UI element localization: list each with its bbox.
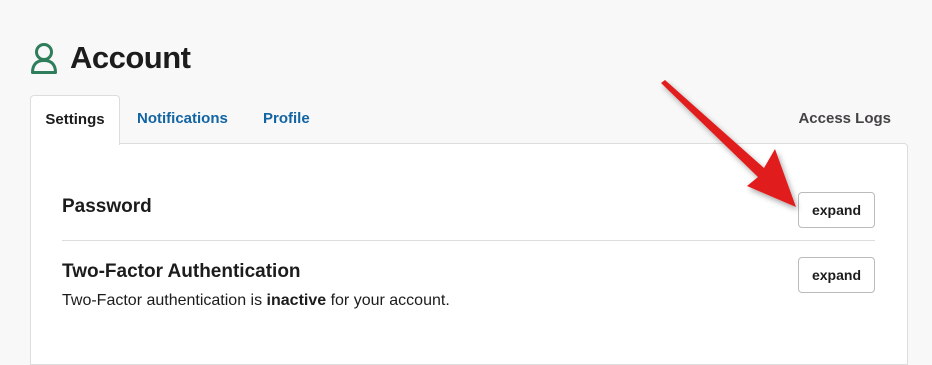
password-section-title: Password — [62, 196, 152, 217]
two-factor-status: inactive — [266, 292, 327, 309]
password-expand-button[interactable]: expand — [798, 192, 875, 228]
tab-settings[interactable]: Settings — [30, 95, 120, 145]
tab-notifications[interactable]: Notifications — [137, 95, 228, 143]
two-factor-section-title: Two-Factor Authentication — [62, 261, 301, 282]
tab-access-logs[interactable]: Access Logs — [798, 95, 891, 143]
two-factor-desc-prefix: Two-Factor authentication is — [62, 292, 267, 309]
page-header: Account — [30, 40, 191, 76]
tab-profile[interactable]: Profile — [263, 95, 310, 143]
page-title: Account — [70, 40, 191, 75]
section-divider — [62, 240, 875, 241]
two-factor-desc-suffix: for your account. — [326, 292, 450, 309]
two-factor-description: Two-Factor authentication is inactive fo… — [62, 292, 450, 310]
user-icon — [31, 43, 57, 74]
annotation-arrow-icon — [661, 80, 796, 207]
two-factor-expand-button[interactable]: expand — [798, 257, 875, 293]
